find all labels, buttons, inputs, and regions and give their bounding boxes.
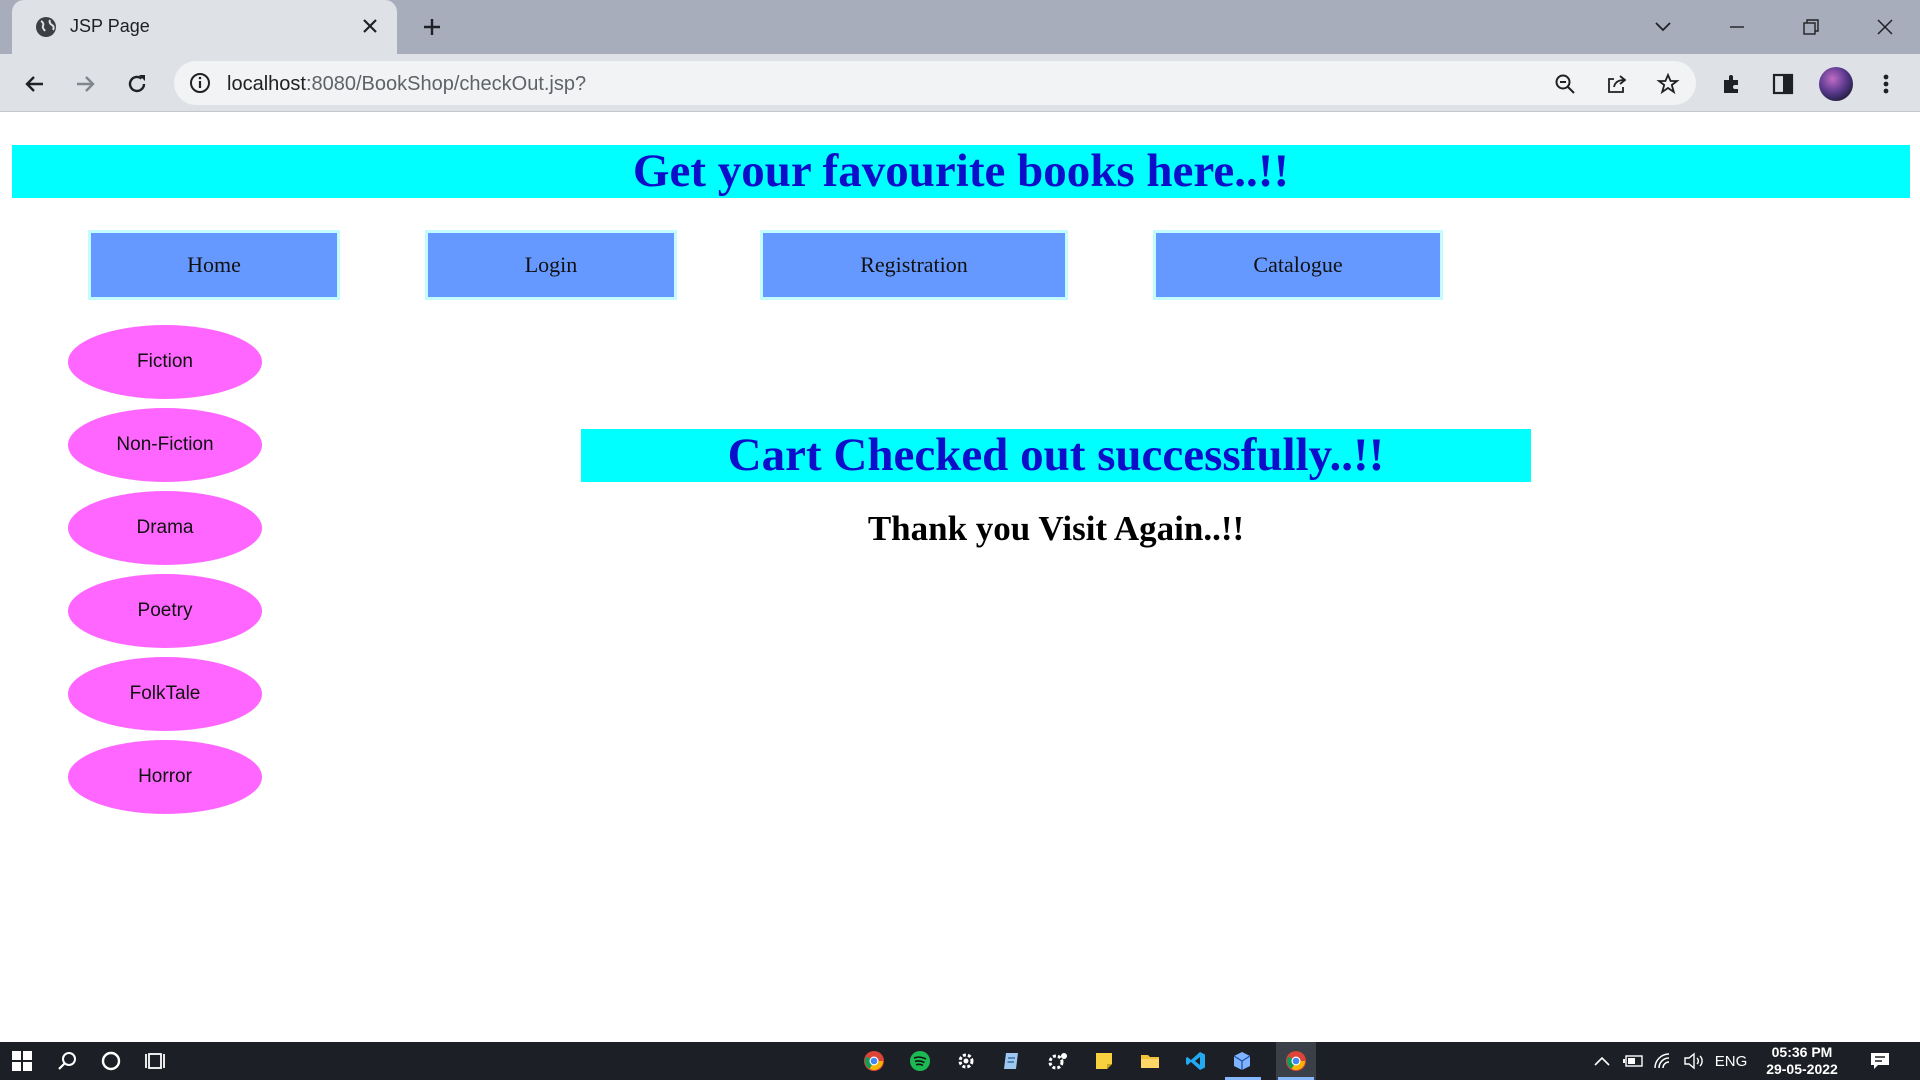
reload-icon[interactable] (120, 67, 154, 101)
nav-login-button[interactable]: Login (425, 230, 677, 300)
tray-chevron-up-icon[interactable] (1592, 1051, 1612, 1071)
notes-app-icon[interactable] (1000, 1049, 1024, 1073)
more-menu-icon[interactable] (1869, 67, 1903, 101)
search-icon[interactable] (55, 1049, 79, 1073)
bookmark-star-icon[interactable] (1654, 70, 1682, 98)
category-poetry[interactable]: Poetry (68, 574, 262, 648)
nav-registration-button[interactable]: Registration (760, 230, 1068, 300)
virtualbox-icon[interactable] (1230, 1049, 1254, 1073)
battery-icon[interactable] (1622, 1051, 1646, 1071)
back-icon[interactable] (18, 67, 52, 101)
address-bar[interactable]: localhost:8080/BookShop/checkOut.jsp? (174, 61, 1696, 105)
browser-tab[interactable]: JSP Page (12, 0, 397, 54)
nav-home-button[interactable]: Home (88, 230, 340, 300)
control-panel-gear-icon[interactable] (1046, 1049, 1070, 1073)
taskbar-clock[interactable]: 05:36 PM 29-05-2022 (1754, 1044, 1850, 1078)
share-icon[interactable] (1603, 70, 1631, 98)
browser-toolbar: localhost:8080/BookShop/checkOut.jsp? (0, 54, 1920, 112)
chrome-active-icon[interactable] (1276, 1042, 1316, 1080)
url-text: localhost:8080/BookShop/checkOut.jsp? (227, 73, 586, 96)
close-window-icon[interactable] (1865, 10, 1905, 44)
side-panel-icon[interactable] (1766, 67, 1800, 101)
category-non-fiction[interactable]: Non-Fiction (68, 408, 262, 482)
category-fiction[interactable]: Fiction (68, 325, 262, 399)
tab-title: JSP Page (70, 16, 150, 36)
vscode-icon[interactable] (1184, 1049, 1208, 1073)
settings-gear-icon[interactable] (954, 1049, 978, 1073)
profile-avatar[interactable] (1819, 67, 1853, 101)
chrome-icon[interactable] (862, 1049, 886, 1073)
notifications-icon[interactable] (1868, 1051, 1892, 1071)
windows-start-icon[interactable] (10, 1049, 34, 1073)
minimize-icon[interactable] (1717, 10, 1757, 44)
thank-you-message: Thank you Visit Again..!! (867, 509, 1245, 548)
clock-time: 05:36 PM (1771, 1044, 1833, 1060)
extensions-puzzle-icon[interactable] (1715, 67, 1749, 101)
new-tab-icon[interactable] (418, 13, 446, 41)
spotify-icon[interactable] (908, 1049, 932, 1073)
forward-icon[interactable] (68, 67, 102, 101)
nav-catalogue-button[interactable]: Catalogue (1153, 230, 1443, 300)
file-explorer-icon[interactable] (1138, 1049, 1162, 1073)
category-horror[interactable]: Horror (68, 740, 262, 814)
volume-icon[interactable] (1682, 1051, 1706, 1071)
url-path: :8080/BookShop/checkOut.jsp? (305, 73, 587, 95)
zoom-icon[interactable] (1551, 70, 1579, 98)
globe-icon (36, 17, 56, 37)
category-folktale[interactable]: FolkTale (68, 657, 262, 731)
page-banner: Get your favourite books here..!! (12, 145, 1910, 198)
task-view-icon[interactable] (144, 1049, 168, 1073)
language-indicator[interactable]: ENG (1710, 1051, 1752, 1071)
url-host: localhost (227, 73, 306, 95)
tab-strip: JSP Page (0, 0, 1920, 54)
restore-icon[interactable] (1791, 10, 1831, 44)
cortana-icon[interactable] (99, 1049, 123, 1073)
checkout-success-message: Cart Checked out successfully..!! (581, 429, 1531, 482)
close-tab-icon[interactable] (357, 13, 383, 39)
category-drama[interactable]: Drama (68, 491, 262, 565)
windows-taskbar: ENG 05:36 PM 29-05-2022 (0, 1042, 1920, 1080)
sticky-notes-icon[interactable] (1092, 1049, 1116, 1073)
site-info-icon[interactable] (188, 71, 212, 95)
tab-search-chevron-icon[interactable] (1643, 10, 1683, 44)
page-content: Get your favourite books here..!! Home L… (0, 113, 1920, 1042)
clock-date: 29-05-2022 (1766, 1061, 1838, 1077)
wifi-icon[interactable] (1652, 1051, 1676, 1071)
